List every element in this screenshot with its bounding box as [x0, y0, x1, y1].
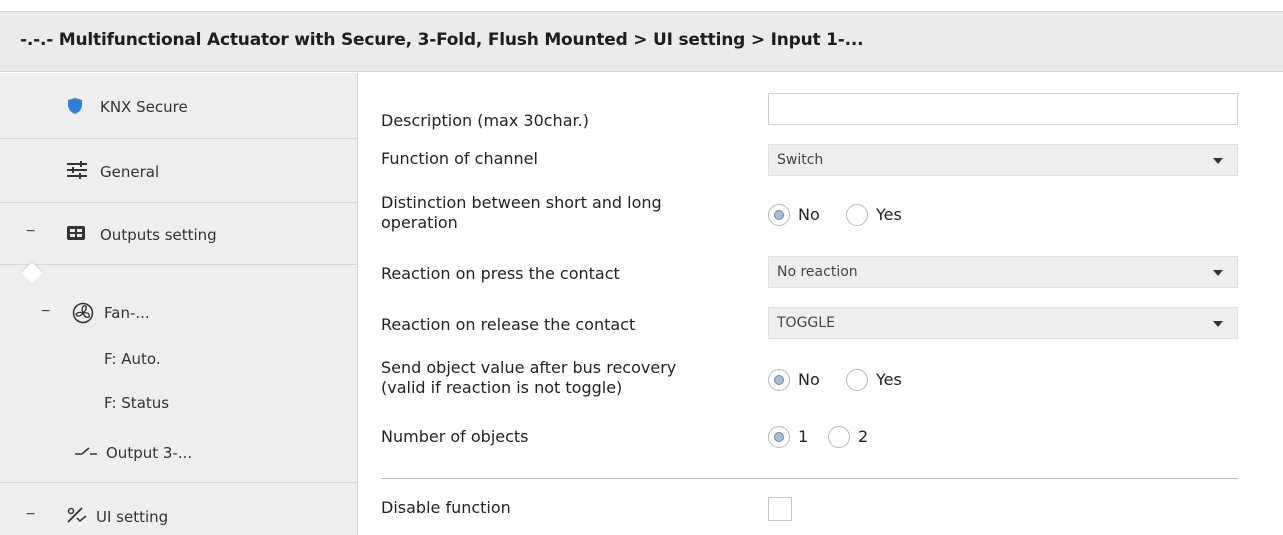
- distinction-label-line1: Distinction between short and long: [381, 193, 662, 212]
- description-label: Description (max 30char.): [381, 111, 589, 130]
- sidebar-item-f-auto[interactable]: F: Auto.: [0, 339, 357, 379]
- disable-function-checkbox[interactable]: [768, 497, 792, 521]
- number-of-objects-label: Number of objects: [381, 427, 529, 446]
- sidebar-item-ui-setting[interactable]: − UI setting: [0, 484, 357, 535]
- function-of-channel-label: Function of channel: [381, 149, 538, 168]
- send-after-recovery-label-line1: Send object value after bus recovery: [381, 358, 677, 377]
- breadcrumb: -.-.- Multifunctional Actuator with Secu…: [20, 30, 864, 50]
- shield-icon: [67, 97, 83, 120]
- sidebar-item-label: Outputs setting: [100, 226, 217, 244]
- sidebar-item-label: Fan-...: [104, 304, 150, 322]
- sidebar-item-label: UI setting: [96, 508, 169, 526]
- select-value: No reaction: [777, 264, 858, 280]
- radio-yes-label: Yes: [876, 205, 902, 224]
- radio-2[interactable]: [828, 426, 850, 448]
- ui-setting-icon: [66, 506, 88, 529]
- sidebar-item-f-status[interactable]: F: Status: [0, 383, 357, 423]
- collapse-icon[interactable]: −: [41, 303, 50, 321]
- chevron-down-icon: [1213, 158, 1223, 164]
- reaction-press-select[interactable]: No reaction: [768, 256, 1238, 288]
- sidebar-item-label: F: Auto.: [104, 350, 161, 368]
- sidebar-item-outputs-setting[interactable]: − Outputs setting: [0, 203, 357, 265]
- chevron-down-icon: [1213, 270, 1223, 276]
- switch-icon: [75, 445, 97, 463]
- radio-no-label: No: [798, 205, 820, 224]
- sidebar-item-knx-secure[interactable]: KNX Secure: [0, 73, 357, 139]
- function-of-channel-select[interactable]: Switch: [768, 144, 1238, 176]
- radio-yes[interactable]: [846, 204, 868, 226]
- top-strip: [0, 0, 1283, 11]
- sidebar-item-general[interactable]: General: [0, 139, 357, 203]
- select-value: TOGGLE: [777, 315, 835, 331]
- breadcrumb-header: -.-.- Multifunctional Actuator with Secu…: [0, 11, 1283, 72]
- distinction-label-line2: operation: [381, 213, 458, 232]
- radio-no[interactable]: [768, 369, 790, 391]
- sidebar-item-label: F: Status: [104, 394, 170, 412]
- sidebar: KNX Secure General − Outputs setting − F…: [0, 73, 358, 535]
- reaction-release-label: Reaction on release the contact: [381, 315, 636, 334]
- radio-yes-label: Yes: [876, 370, 902, 389]
- send-after-recovery-label-line2: (valid if reaction is not toggle): [381, 378, 623, 397]
- collapse-icon[interactable]: −: [26, 506, 35, 524]
- section-divider: [381, 478, 1238, 479]
- collapse-icon[interactable]: −: [26, 223, 35, 241]
- reaction-press-label: Reaction on press the contact: [381, 264, 620, 283]
- parameter-panel: Description (max 30char.) Function of ch…: [359, 73, 1283, 535]
- sidebar-item-label: Output 3-...: [106, 444, 193, 462]
- fan-icon: [72, 302, 94, 329]
- radio-yes[interactable]: [846, 369, 868, 391]
- disable-function-label: Disable function: [381, 498, 511, 517]
- sidebar-item-output-3[interactable]: Output 3-...: [0, 423, 357, 483]
- radio-no[interactable]: [768, 204, 790, 226]
- radio-1-label: 1: [798, 427, 809, 446]
- sidebar-item-label: General: [100, 163, 160, 181]
- sidebar-item-label: KNX Secure: [100, 98, 188, 116]
- radio-no-label: No: [798, 370, 820, 389]
- description-field[interactable]: [768, 93, 1238, 125]
- chevron-down-icon: [1213, 321, 1223, 327]
- select-value: Switch: [777, 152, 824, 168]
- radio-1[interactable]: [768, 426, 790, 448]
- radio-2-label: 2: [858, 427, 869, 446]
- sliders-icon: [66, 161, 88, 184]
- outputs-icon: [66, 225, 86, 246]
- reaction-release-select[interactable]: TOGGLE: [768, 307, 1238, 339]
- sidebar-item-fan[interactable]: − Fan-...: [0, 291, 357, 335]
